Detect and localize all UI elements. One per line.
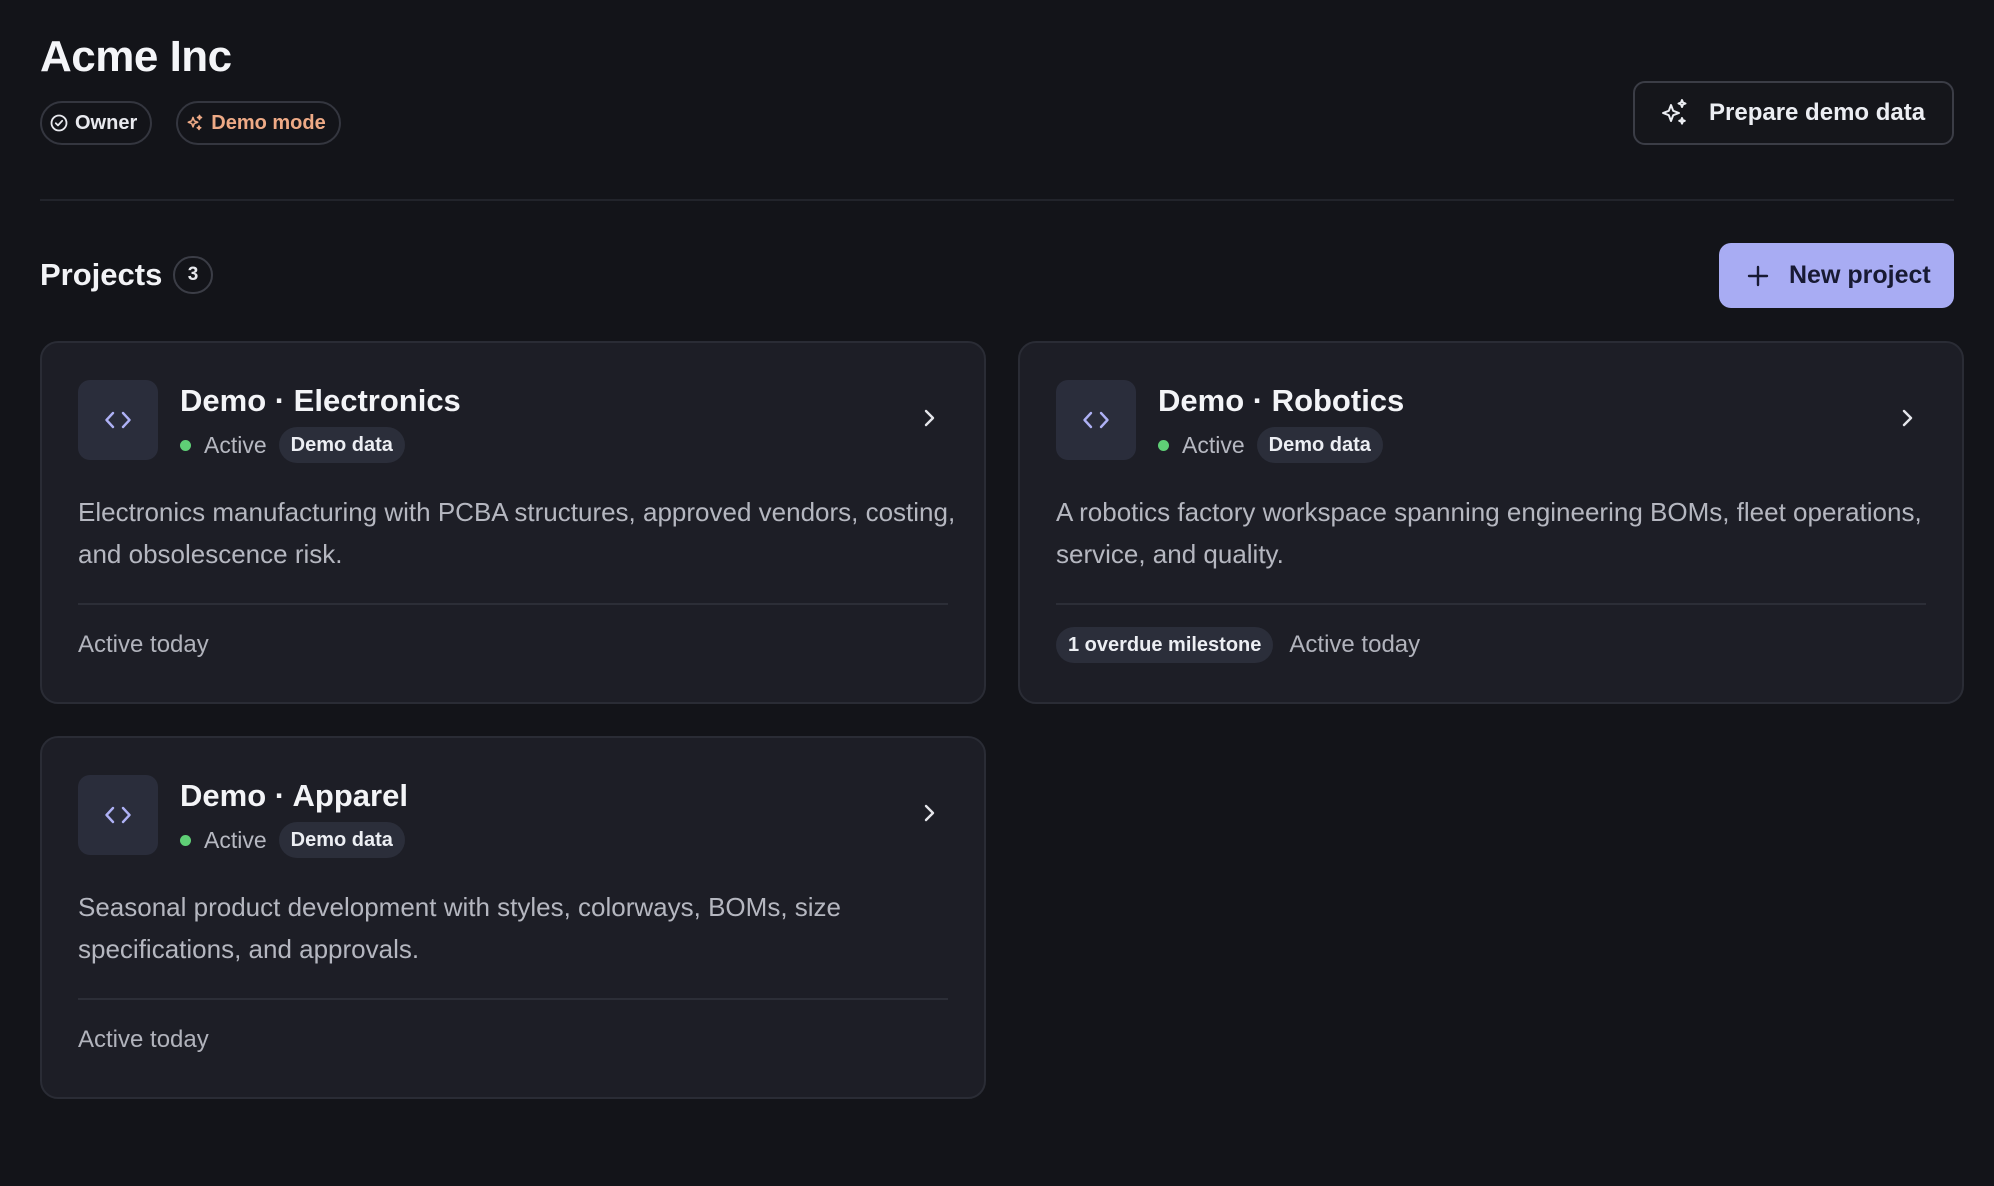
project-status-row: Active Demo data (1158, 427, 1383, 463)
new-project-button[interactable]: New project (1719, 243, 1954, 308)
project-description: Electronics manufacturing with PCBA stru… (78, 497, 956, 569)
code-brackets-icon (105, 411, 131, 429)
demo-mode-badge-label: Demo mode (211, 111, 326, 134)
demo-data-tag: Demo data (278, 822, 405, 858)
projects-header: Projects 3 New project (40, 201, 1954, 341)
project-title: Demo · Electronics (180, 383, 461, 418)
project-status: Active (1182, 431, 1245, 458)
owner-badge-label: Owner (75, 111, 138, 134)
project-status-row: Active Demo data (180, 822, 405, 858)
project-description: A robotics factory workspace spanning en… (1056, 497, 1922, 569)
project-status: Active (204, 826, 267, 853)
chevron-right-icon[interactable] (914, 798, 944, 828)
org-title: Acme Inc (40, 32, 232, 81)
demo-data-tag: Demo data (1256, 427, 1383, 463)
sparkles-icon (187, 114, 203, 131)
project-icon (78, 380, 158, 460)
org-header: Acme Inc Owner Demo mode Prepare demo da… (40, 0, 1954, 201)
demo-mode-badge: Demo mode (176, 101, 341, 145)
project-footer: Active today (78, 1022, 209, 1058)
chevron-right-icon[interactable] (1892, 403, 1922, 433)
project-title: Demo · Robotics (1158, 383, 1405, 418)
plus-icon (1747, 265, 1769, 286)
org-badges: Owner Demo mode (40, 101, 341, 145)
project-card-apparel[interactable]: Demo · Apparel Active Demo data Seasonal… (40, 736, 986, 1099)
card-divider (78, 998, 948, 1000)
project-grid: Demo · Electronics Active Demo data Elec… (40, 341, 1964, 1099)
project-status-row: Active Demo data (180, 427, 405, 463)
code-brackets-icon (105, 806, 131, 824)
workspace-page: Acme Inc Owner Demo mode Prepare demo da… (0, 0, 1994, 1186)
projects-count-badge: 3 (173, 256, 213, 294)
new-project-label: New project (1789, 261, 1931, 289)
prepare-demo-data-label: Prepare demo data (1709, 99, 1926, 126)
owner-badge: Owner (40, 101, 153, 145)
status-dot-icon (180, 834, 191, 846)
project-title: Demo · Apparel (180, 778, 408, 813)
chevron-right-icon[interactable] (914, 403, 944, 433)
project-activity: Active today (78, 631, 209, 658)
project-card-electronics[interactable]: Demo · Electronics Active Demo data Elec… (40, 341, 986, 704)
status-dot-icon (180, 439, 191, 451)
card-divider (78, 603, 948, 605)
project-description: Seasonal product development with styles… (78, 892, 842, 964)
overdue-milestone-badge: 1 overdue milestone (1056, 627, 1274, 663)
project-activity: Active today (1289, 631, 1421, 658)
status-dot-icon (1158, 439, 1169, 451)
project-icon (78, 775, 158, 855)
card-divider (1056, 603, 1926, 605)
project-icon (1056, 380, 1136, 460)
project-status: Active (204, 431, 267, 458)
projects-heading: Projects (40, 257, 163, 292)
check-circle-icon (50, 114, 68, 132)
project-card-robotics[interactable]: Demo · Robotics Active Demo data A robot… (1018, 341, 1964, 704)
demo-data-tag: Demo data (278, 427, 405, 463)
prepare-demo-data-button[interactable]: Prepare demo data (1633, 81, 1954, 145)
project-activity: Active today (78, 1026, 209, 1053)
code-brackets-icon (1083, 411, 1109, 429)
sparkles-icon (1662, 99, 1687, 125)
project-footer: Active today (78, 627, 209, 663)
project-footer: 1 overdue milestone Active today (1056, 627, 1420, 663)
